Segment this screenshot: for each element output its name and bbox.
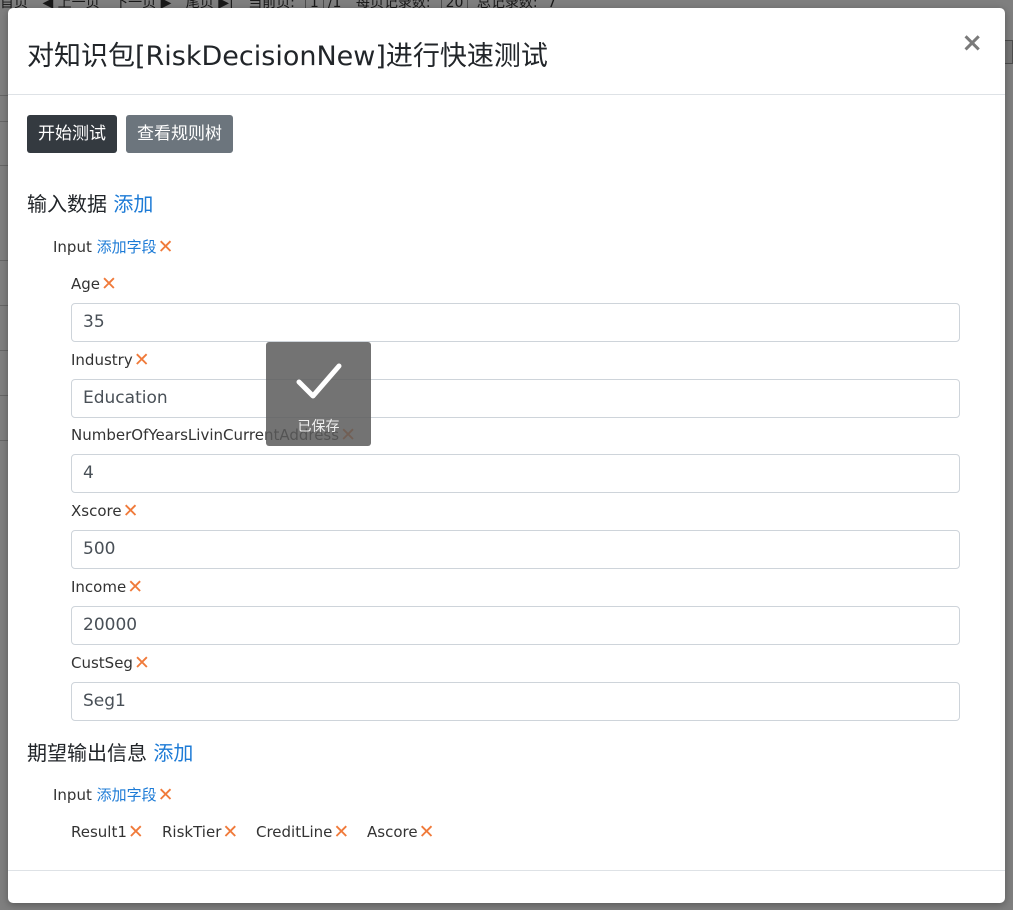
remove-output-field-icon[interactable]: ✕	[128, 821, 144, 843]
years-address-input[interactable]: 4	[71, 454, 960, 493]
remove-field-icon[interactable]: ✕	[123, 500, 139, 522]
remove-field-icon[interactable]: ✕	[134, 652, 150, 674]
remove-group-icon[interactable]: ✕	[158, 236, 174, 258]
output-field-label: RiskTier	[162, 823, 222, 841]
add-field-link[interactable]: 添加字段	[97, 238, 157, 256]
quick-test-dialog: 对知识包[RiskDecisionNew]进行快速测试 × 开始测试 查看规则树…	[8, 8, 1005, 903]
field-label-text: CustSeg	[71, 654, 133, 672]
saved-toast: 已保存	[266, 342, 371, 446]
field-label-industry: Industry✕	[71, 348, 150, 371]
output-field-ascore: Ascore✕	[367, 820, 435, 843]
field-label-text: Age	[71, 275, 101, 293]
input-group-name: Input	[53, 238, 92, 256]
remove-output-field-icon[interactable]: ✕	[222, 821, 238, 843]
output-field-label: CreditLine	[256, 823, 333, 841]
modal-footer	[8, 870, 1005, 871]
age-input[interactable]: 35	[71, 303, 960, 342]
income-input[interactable]: 20000	[71, 606, 960, 645]
saved-toast-text: 已保存	[297, 419, 340, 435]
field-label-income: Income✕	[71, 575, 143, 598]
field-label-age: Age✕	[71, 272, 117, 295]
output-section-title: 期望输出信息 添加	[27, 737, 193, 766]
remove-field-icon[interactable]: ✕	[101, 273, 117, 295]
add-output-field-link[interactable]: 添加字段	[97, 786, 157, 804]
add-output-link[interactable]: 添加	[153, 741, 193, 765]
field-label-custseg: CustSeg✕	[71, 651, 150, 674]
modal-title: 对知识包[RiskDecisionNew]进行快速测试	[27, 41, 548, 72]
field-label-text: Xscore	[71, 502, 122, 520]
close-icon[interactable]: ×	[961, 30, 983, 56]
view-rule-tree-button[interactable]: 查看规则树	[126, 115, 233, 153]
remove-output-group-icon[interactable]: ✕	[158, 784, 174, 806]
remove-field-icon[interactable]: ✕	[134, 349, 150, 371]
output-field-label: Result1	[71, 823, 127, 841]
output-section-label: 期望输出信息	[27, 741, 147, 765]
add-input-link[interactable]: 添加	[113, 192, 153, 216]
industry-input[interactable]: Education	[71, 379, 960, 418]
field-label-text: Income	[71, 578, 127, 596]
output-field-risktier: RiskTier✕	[162, 820, 238, 843]
output-field-creditline: CreditLine✕	[256, 820, 349, 843]
remove-field-icon[interactable]: ✕	[127, 576, 143, 598]
output-field-label: Ascore	[367, 823, 418, 841]
output-group-header: Input 添加字段✕	[53, 783, 174, 806]
remove-output-field-icon[interactable]: ✕	[333, 821, 349, 843]
custseg-input[interactable]: Seg1	[71, 682, 960, 721]
output-field-result1: Result1✕	[71, 820, 144, 843]
input-group-header: Input 添加字段✕	[53, 235, 174, 258]
output-group-name: Input	[53, 786, 92, 804]
field-label-xscore: Xscore✕	[71, 499, 139, 522]
field-label-text: Industry	[71, 351, 133, 369]
input-section-title: 输入数据 添加	[27, 188, 153, 217]
remove-output-field-icon[interactable]: ✕	[419, 821, 435, 843]
input-section-label: 输入数据	[27, 192, 107, 216]
xscore-input[interactable]: 500	[71, 530, 960, 569]
checkmark-icon	[296, 363, 342, 399]
start-test-button[interactable]: 开始测试	[27, 115, 117, 153]
modal-header: 对知识包[RiskDecisionNew]进行快速测试 ×	[8, 8, 1005, 95]
